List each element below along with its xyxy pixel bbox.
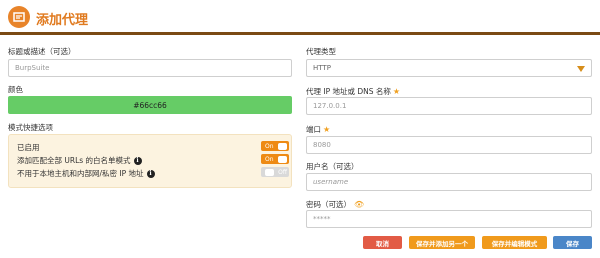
toggle-knob (278, 155, 287, 163)
mode-options-panel: 已启用 添加匹配全部 URLs 的白名单模式 i 不用于本地主机和内部网/私密 … (8, 134, 292, 188)
mode-option-label: 已启用 (17, 143, 40, 152)
save-button[interactable]: 保存 (553, 236, 592, 249)
username-label: 用户名（可选） (306, 162, 359, 171)
proxy-logo-icon (8, 6, 30, 28)
proxy-type-label: 代理类型 (306, 47, 336, 56)
name-input[interactable]: BurpSuite (8, 59, 292, 77)
proxy-type-value: HTTP (313, 64, 331, 72)
info-icon[interactable]: i (146, 169, 155, 178)
toggle-local[interactable]: Off (261, 167, 289, 177)
proxy-type-select[interactable]: HTTP (306, 59, 592, 77)
chevron-down-icon (577, 66, 585, 72)
port-label-text: 端口 (306, 125, 321, 134)
save-and-add-button[interactable]: 保存并添加另一个 (409, 236, 475, 249)
mode-option-label: 不用于本地主机和内部网/私密 IP 地址 (17, 169, 144, 178)
mode-option-local: 不用于本地主机和内部网/私密 IP 地址 i (17, 168, 155, 179)
name-label: 标题或描述（可选） (8, 47, 76, 56)
toggle-enabled[interactable]: On (261, 141, 289, 151)
toggle-label: On (265, 155, 274, 163)
username-input[interactable]: username (306, 173, 592, 191)
mode-option-whitelist: 添加匹配全部 URLs 的白名单模式 i (17, 155, 142, 166)
port-placeholder: 8080 (313, 141, 331, 149)
password-label: 密码（可选） 👁 (306, 199, 364, 210)
header-divider (0, 32, 600, 35)
ip-label-text: 代理 IP 地址或 DNS 名称 (306, 87, 391, 96)
required-star-icon: ★ (323, 125, 331, 134)
password-label-text: 密码（可选） (306, 200, 351, 209)
password-input[interactable]: ***** (306, 210, 592, 228)
toggle-whitelist[interactable]: On (261, 154, 289, 164)
toggle-label: On (265, 142, 274, 150)
password-placeholder: ***** (313, 215, 331, 223)
page-title: 添加代理 (36, 13, 89, 28)
ip-placeholder: 127.0.0.1 (313, 102, 347, 110)
mode-option-enabled: 已启用 (17, 142, 40, 153)
eye-icon[interactable]: 👁 (354, 200, 364, 209)
toggle-knob (265, 168, 274, 176)
toggle-knob (278, 142, 287, 150)
color-label: 颜色 (8, 85, 23, 94)
mode-option-label: 添加匹配全部 URLs 的白名单模式 (17, 156, 131, 165)
toggle-label: Off (278, 168, 287, 176)
mode-options-label: 模式快捷选项 (8, 123, 53, 132)
name-placeholder: BurpSuite (15, 64, 50, 72)
info-icon[interactable]: i (133, 156, 142, 165)
username-placeholder: username (313, 178, 349, 186)
color-value: #66cc66 (133, 100, 167, 110)
color-picker[interactable]: #66cc66 (8, 96, 292, 114)
port-input[interactable]: 8080 (306, 136, 592, 154)
dialog-header: 添加代理 (0, 0, 600, 35)
ip-input[interactable]: 127.0.0.1 (306, 97, 592, 115)
save-and-edit-button[interactable]: 保存并编辑模式 (482, 236, 547, 249)
port-label: 端口 ★ (306, 124, 330, 135)
required-star-icon: ★ (392, 87, 401, 96)
cancel-button[interactable]: 取消 (363, 236, 402, 249)
ip-label: 代理 IP 地址或 DNS 名称 ★ (306, 86, 400, 97)
